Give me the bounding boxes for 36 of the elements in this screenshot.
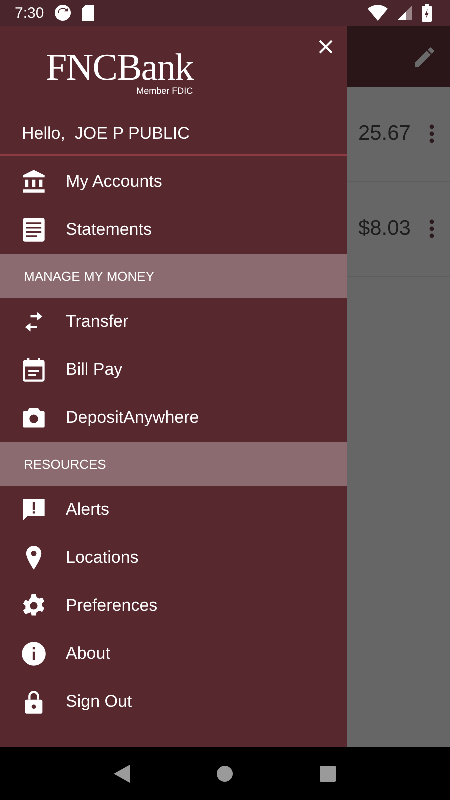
sd-card-icon xyxy=(82,5,94,21)
battery-icon xyxy=(422,4,432,22)
menu-item[interactable]: Locations xyxy=(0,534,347,582)
menu-item[interactable]: My Accounts xyxy=(0,158,347,206)
more-icon[interactable] xyxy=(429,124,435,144)
bank-logo: FNCBank xyxy=(46,48,194,88)
close-button[interactable] xyxy=(319,40,333,54)
account-balance: $8.03 xyxy=(358,217,411,241)
status-time: 7:30 xyxy=(15,4,44,22)
settings-icon xyxy=(21,593,47,619)
wifi-icon xyxy=(368,5,388,21)
section-header: RESOURCES xyxy=(0,442,347,486)
bank-icon xyxy=(21,169,47,195)
document-icon xyxy=(21,217,47,243)
more-icon[interactable] xyxy=(429,219,435,239)
edit-icon[interactable] xyxy=(415,46,435,66)
menu-item[interactable]: About xyxy=(0,630,347,678)
menu-item[interactable]: Statements xyxy=(0,206,347,254)
menu-item[interactable]: Bill Pay xyxy=(0,346,347,394)
sync-icon xyxy=(54,4,72,22)
info-icon xyxy=(21,641,47,667)
home-icon[interactable] xyxy=(216,766,233,782)
account-balance: 25.67 xyxy=(358,122,411,146)
menu-item[interactable]: Alerts xyxy=(0,486,347,534)
recents-icon[interactable] xyxy=(320,766,336,782)
menu-item[interactable]: DepositAnywhere xyxy=(0,394,347,442)
logo-tagline: Member FDIC xyxy=(136,86,194,96)
menu-item[interactable]: Preferences xyxy=(0,582,347,630)
section-header: MANAGE MY MONEY xyxy=(0,254,347,298)
menu-item[interactable]: Transfer xyxy=(0,298,347,346)
alert-icon xyxy=(21,497,47,523)
menu-item[interactable]: Sign Out xyxy=(0,678,347,726)
back-icon[interactable] xyxy=(114,764,130,782)
signal-icon xyxy=(398,6,412,20)
greeting: Hello, JOE P PUBLIC xyxy=(22,124,190,144)
calendar-icon xyxy=(21,357,47,383)
